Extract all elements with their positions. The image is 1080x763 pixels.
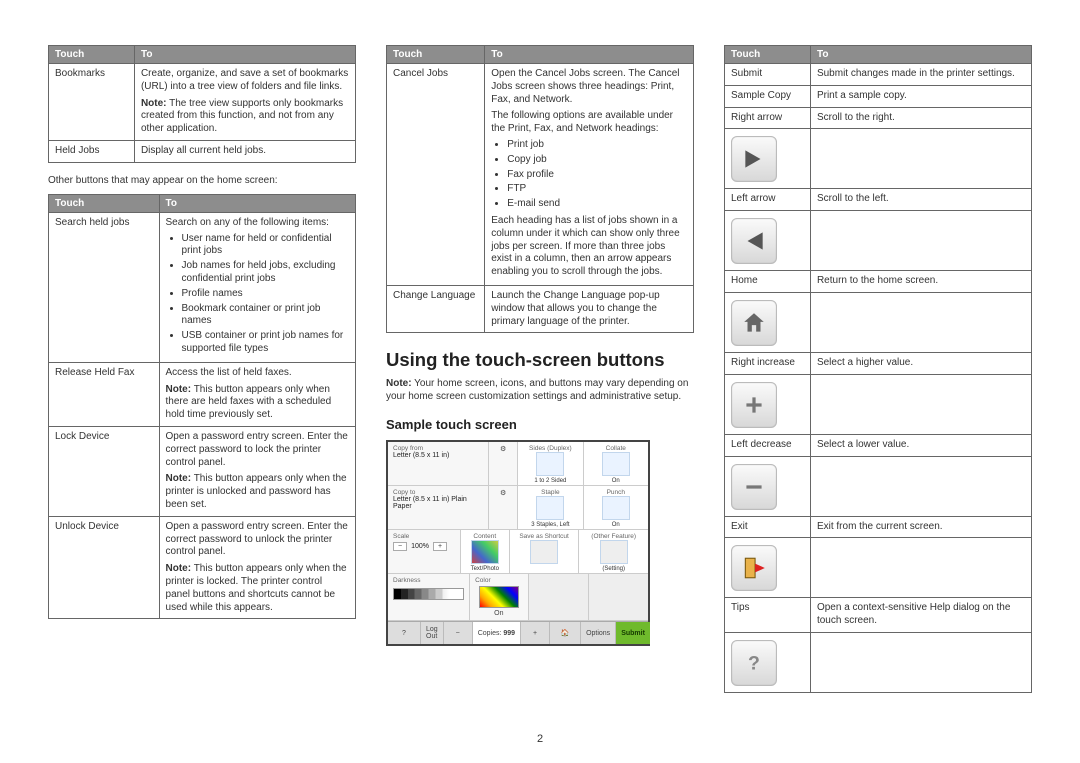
th-touch: Touch [387, 46, 485, 64]
cell-to: Open a password entry screen. Enter the … [159, 426, 355, 516]
sample-touch-screen: Copy from Letter (8.5 x 11 in) ⚙ Sides (… [386, 440, 650, 646]
plus-icon [731, 382, 777, 428]
bullets: User name for held or confidential print… [166, 233, 349, 356]
cell-to: Display all current held jobs. [134, 140, 355, 162]
cell-to: Open a password entry screen. Enter the … [159, 516, 355, 619]
exit-icon [731, 545, 777, 591]
table-col2: Touch To Cancel Jobs Open the Cancel Job… [386, 45, 694, 333]
between-text: Other buttons that may appear on the hom… [48, 175, 356, 186]
th-to: To [810, 46, 1031, 64]
home-icon [731, 300, 777, 346]
cell-touch: Search held jobs [49, 212, 160, 362]
th-touch: Touch [49, 194, 160, 212]
page-number: 2 [0, 733, 1080, 745]
cell-touch: Lock Device [49, 426, 160, 516]
section-heading: Using the touch-screen buttons [386, 349, 694, 371]
left-arrow-icon [731, 218, 777, 264]
cell-to: Create, organize, and save a set of book… [134, 64, 355, 141]
column-2: Touch To Cancel Jobs Open the Cancel Job… [386, 45, 694, 705]
table-col1-top: Touch To Bookmarks Create, organize, and… [48, 45, 356, 163]
subheading-sample: Sample touch screen [386, 417, 694, 432]
cell-touch: Bookmarks [49, 64, 135, 141]
table-col3: Touch To SubmitSubmit changes made in th… [724, 45, 1032, 693]
cell-to: Access the list of held faxes. Note: Thi… [159, 362, 355, 426]
th-to: To [134, 46, 355, 64]
column-1: Touch To Bookmarks Create, organize, and… [48, 45, 356, 705]
minus-icon [731, 464, 777, 510]
cell-touch: Cancel Jobs [387, 64, 485, 286]
cell-to: Open the Cancel Jobs screen. The Cancel … [485, 64, 694, 286]
section-note: Note: Your home screen, icons, and butto… [386, 377, 694, 403]
cell-touch: Change Language [387, 285, 485, 332]
th-to: To [159, 194, 355, 212]
cell-to: Launch the Change Language pop-up window… [485, 285, 694, 332]
cell-to: Search on any of the following items: Us… [159, 212, 355, 362]
cell-touch: Held Jobs [49, 140, 135, 162]
cell-touch: Release Held Fax [49, 362, 160, 426]
right-arrow-icon [731, 136, 777, 182]
table-col1-bottom: Touch To Search held jobs Search on any … [48, 194, 356, 620]
question-icon: ? [731, 640, 777, 686]
bullets: Print job Copy job Fax profile FTP E-mai… [491, 139, 687, 211]
cell-touch: Unlock Device [49, 516, 160, 619]
page: Touch To Bookmarks Create, organize, and… [0, 0, 1080, 705]
th-touch: Touch [49, 46, 135, 64]
th-touch: Touch [725, 46, 811, 64]
column-3: Touch To SubmitSubmit changes made in th… [724, 45, 1032, 705]
svg-text:?: ? [748, 652, 760, 674]
th-to: To [485, 46, 694, 64]
